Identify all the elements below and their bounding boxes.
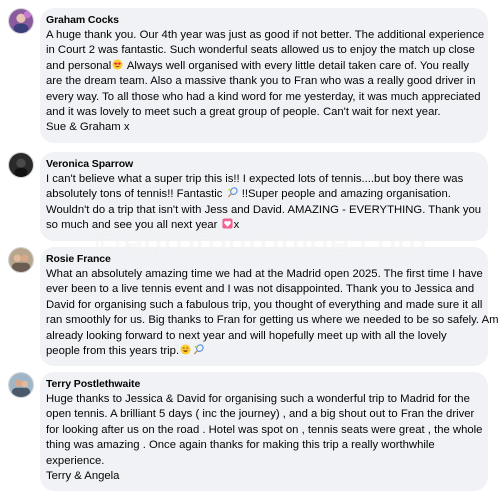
comment-line: What an absolutely amazing time we had a… [46, 268, 483, 280]
comment-text-segment: !!Super people and amazing organisation. [238, 188, 451, 201]
comment-author[interactable]: Graham Cocks [46, 13, 478, 27]
comment-line: in Court 2 was fantastic. Such wonderful… [46, 44, 475, 57]
comment-line-with-emoji: so much and see you all next year x [46, 218, 478, 233]
comment-line-with-emoji: absolutely tons of tennis!! Fantastic !!… [46, 187, 478, 202]
heart-eyes-emoji-icon [112, 59, 123, 70]
comment-line-with-emoji: and personal Always well organised with … [46, 59, 478, 74]
comment-line: David for organising such a fabulous tri… [46, 298, 483, 311]
comment-line: are the dream team. Also a massive thank… [46, 75, 476, 88]
grinning-emoji-icon [180, 344, 191, 355]
comment-text-segment: x [233, 219, 240, 232]
comment-signoff: Sue & Graham x [46, 121, 130, 134]
comment-line: ran smoothly for us. Big thanks to Fran … [46, 314, 499, 327]
comment-author[interactable]: Terry Postlethwaite [46, 377, 478, 391]
comment-signoff: Terry & Angela [46, 470, 120, 483]
comment-line: A huge thank you. Our 4th year was just … [46, 29, 485, 41]
comments-feed: Graham Cocks A huge thank you. Our 4th y… [0, 0, 500, 500]
comment-line: for looking after us on the road . Hotel… [46, 423, 483, 436]
avatar[interactable] [8, 8, 34, 34]
comment-line: Wouldn't do a trip that isn't with Jess … [46, 203, 482, 216]
comment-text: Huge thanks to Jessica & David for organ… [46, 392, 483, 484]
comment-bubble: Veronica Sparrow I can't believe what a … [40, 152, 488, 241]
comment-line: Huge thanks to Jessica & David for organ… [46, 393, 470, 405]
avatar[interactable] [8, 247, 34, 273]
comment-line: every way. To all those who had a kind w… [46, 90, 481, 103]
comment-bubble: Graham Cocks A huge thank you. Our 4th y… [40, 8, 488, 143]
comment-line: I can't believe what a super trip this i… [46, 173, 464, 185]
comment-text: What an absolutely amazing time we had a… [46, 267, 499, 359]
tennis-racket-emoji-icon [227, 187, 238, 198]
comment-line: experience. [46, 454, 105, 467]
comment-text-segment: Always well organised with every little … [124, 59, 470, 72]
avatar[interactable] [8, 152, 34, 178]
tennis-racket-emoji-icon [193, 344, 204, 355]
comment-text: I can't believe what a super trip this i… [46, 172, 482, 234]
comment-text: A huge thank you. Our 4th year was just … [46, 28, 485, 136]
comment-line: open tennis. A brilliant 5 days ( inc th… [46, 408, 475, 421]
comment-line: ever been to a live tennis event and I w… [46, 283, 475, 296]
comment-line: thing was amazing . Once again thanks fo… [46, 439, 435, 452]
comment-author[interactable]: Rosie France [46, 252, 478, 266]
comment-bubble: Terry Postlethwaite Huge thanks to Jessi… [40, 372, 488, 492]
comment-bubble: Rosie France What an absolutely amazing … [40, 247, 499, 367]
comment-text-segment: absolutely tons of tennis!! Fantastic [46, 188, 223, 201]
comment-text-segment: and personal [46, 59, 112, 72]
comment-text-segment: people from this years trip. [46, 345, 180, 358]
heart-gift-emoji-icon [222, 218, 233, 229]
comment-text-segment: so much and see you all next year [46, 219, 218, 232]
comment-author[interactable]: Veronica Sparrow [46, 157, 478, 171]
comment-line: already looking forward to next year and… [46, 329, 447, 342]
avatar[interactable] [8, 372, 34, 398]
comment-line: and it was lovely to meet such a great g… [46, 106, 441, 119]
comment-line-with-emoji: people from this years trip. [46, 344, 478, 359]
